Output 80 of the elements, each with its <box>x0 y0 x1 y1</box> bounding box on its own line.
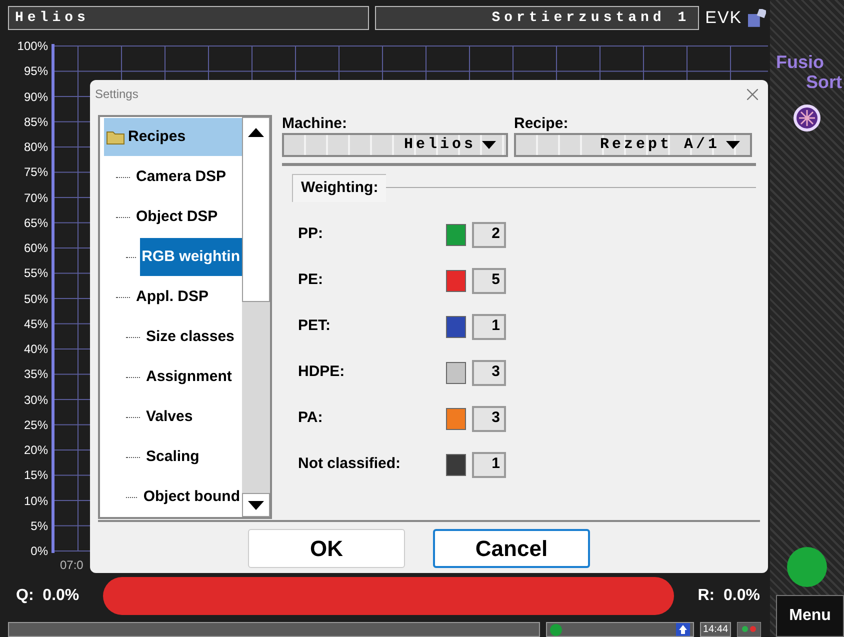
dialog-button[interactable]: Cancel <box>433 529 590 568</box>
status-dot-icon <box>550 624 562 636</box>
axis-label: 45% <box>24 316 48 331</box>
menu-button[interactable]: Menu <box>776 595 844 637</box>
material-label: PA: <box>298 408 324 428</box>
tree-item[interactable]: Scaling <box>144 438 202 476</box>
quality-reading: Q: 0.0% <box>16 586 80 606</box>
weight-field[interactable]: 1 <box>472 452 506 478</box>
dialog-button[interactable]: OK <box>248 529 405 568</box>
axis-label: 50% <box>24 292 48 306</box>
axis-label: 100% <box>17 39 48 53</box>
sort-state-title: Sortierzustand 1 <box>374 6 700 30</box>
close-icon[interactable] <box>747 88 758 100</box>
group-title: Weighting: <box>292 174 386 202</box>
caret-icon <box>726 141 740 149</box>
color-swatch[interactable] <box>446 316 466 338</box>
axis-label: 40% <box>24 342 48 356</box>
axis-label: 10% <box>24 494 48 508</box>
color-swatch[interactable] <box>446 224 466 246</box>
brand-text: Sort <box>806 72 843 92</box>
axis-label: 5% <box>30 518 48 533</box>
material-label: PE: <box>298 270 324 290</box>
color-swatch[interactable] <box>446 454 466 476</box>
tree-item[interactable]: Object DSP <box>134 198 220 236</box>
material-label: PET: <box>298 316 332 336</box>
traffic-lights-icon <box>737 622 762 637</box>
scrollbar[interactable] <box>242 117 270 517</box>
axis-label: 55% <box>24 266 48 280</box>
caret-icon <box>482 141 496 149</box>
color-swatch[interactable] <box>446 362 466 384</box>
weight-field[interactable]: 3 <box>472 360 506 386</box>
axis-label: 35% <box>24 367 48 382</box>
tree-item[interactable]: Camera DSP <box>134 158 228 196</box>
folder-icon <box>106 129 126 145</box>
axis-label: 65% <box>24 216 48 230</box>
axis-label: 30% <box>24 392 48 406</box>
down-arrow-icon[interactable] <box>248 500 264 510</box>
material-label: HDPE: <box>298 362 346 382</box>
clock-text: 14:44 <box>700 622 732 637</box>
logo-icon <box>748 9 766 27</box>
tree-item[interactable]: RGB weightin <box>140 238 242 276</box>
axis-label: 80% <box>24 140 48 154</box>
tree-item[interactable]: Assignment <box>144 358 234 396</box>
rate-reading: R: 0.0% <box>698 586 760 606</box>
color-swatch[interactable] <box>446 270 466 292</box>
color-swatch[interactable] <box>446 408 466 430</box>
axis-label: 07:0 <box>60 558 84 572</box>
field-label: Recipe: <box>514 115 570 133</box>
up-arrow-icon <box>676 623 690 636</box>
weight-field[interactable]: 1 <box>472 314 506 340</box>
field-label: Machine: <box>282 115 348 133</box>
dropdown-field[interactable]: Helios <box>282 133 508 157</box>
axis-label: 60% <box>24 241 48 255</box>
axis-label: 95% <box>24 64 48 78</box>
axis-label: 85% <box>24 114 48 129</box>
axis-label: 0% <box>30 544 48 558</box>
tree-item[interactable]: Object bound <box>141 478 242 516</box>
weight-field[interactable]: 3 <box>472 406 506 432</box>
dialog-title: Settings <box>95 86 138 103</box>
axis-label: 75% <box>24 165 48 180</box>
material-label: PP: <box>298 224 324 244</box>
material-label: Not classified: <box>298 454 402 474</box>
dropdown-field[interactable]: Rezept A/1 <box>514 133 752 157</box>
weight-field[interactable]: 2 <box>472 222 506 248</box>
up-arrow-icon[interactable] <box>248 128 264 137</box>
tree-item[interactable]: Valves <box>144 398 195 436</box>
tree-item[interactable]: Size classes <box>144 318 236 356</box>
logo-icon <box>793 104 821 132</box>
axis-label: 15% <box>24 468 48 482</box>
axis-label: 70% <box>24 190 48 204</box>
machine-title: Helios <box>8 6 369 30</box>
logo-text: EVK <box>705 7 742 30</box>
brand-text: Fusio <box>775 52 824 72</box>
axis-label: 25% <box>24 418 48 432</box>
weight-field[interactable]: 5 <box>472 268 506 294</box>
tree-item[interactable]: Appl. DSP <box>134 278 211 316</box>
axis-label: 20% <box>24 443 48 457</box>
status-light-icon <box>787 547 827 587</box>
tree-item[interactable]: Recipes <box>104 118 242 156</box>
axis-label: 90% <box>24 90 48 104</box>
